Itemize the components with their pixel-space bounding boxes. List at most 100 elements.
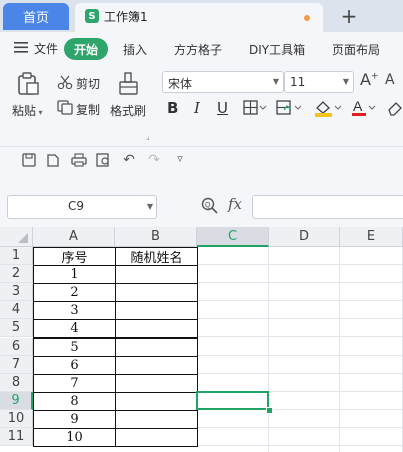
tab-home[interactable]: 首页 (3, 3, 69, 30)
save-icon[interactable] (21, 153, 37, 171)
cell-b9[interactable] (115, 392, 198, 411)
cell-a9[interactable]: 8 (33, 392, 116, 411)
cell-a10[interactable]: 9 (33, 410, 116, 429)
font-name-value: 宋体 (168, 77, 193, 91)
gridline (197, 336, 403, 337)
redo-icon[interactable]: ↷ (146, 152, 162, 168)
gridline (197, 373, 403, 374)
cell-b11[interactable] (115, 428, 198, 447)
cell-a4[interactable]: 3 (33, 301, 116, 320)
gridline (197, 300, 403, 301)
column-header-e[interactable]: E (340, 227, 403, 247)
name-box-value: C9 (67, 199, 84, 213)
cell-a6[interactable]: 5 (33, 338, 116, 357)
row-header-5[interactable]: 5 (0, 319, 33, 337)
row-header-3[interactable]: 3 (0, 283, 33, 301)
cell-b6[interactable] (115, 338, 198, 357)
row-header-1[interactable]: 1 (0, 247, 33, 265)
cell-b8[interactable] (115, 374, 198, 393)
underline-icon[interactable]: U (217, 99, 228, 117)
eraser-icon[interactable] (386, 100, 403, 119)
menu-file[interactable]: 文件 (34, 40, 58, 57)
plus-icon[interactable]: + (338, 3, 360, 29)
cell-b5[interactable] (115, 319, 198, 338)
chevron-down-icon: ▼ (272, 77, 279, 86)
cell-b3[interactable] (115, 283, 198, 302)
cell-b2[interactable] (115, 265, 198, 284)
paste-label: 粘贴 (12, 104, 37, 118)
column-header-b[interactable]: B (115, 227, 197, 247)
row-header-8[interactable]: 8 (0, 374, 33, 392)
format-painter-button[interactable]: 格式刷 (110, 102, 146, 119)
menu-home-tab[interactable]: 开始 (64, 38, 108, 60)
cell-a1[interactable]: 序号 (33, 247, 116, 266)
menu-ffgz[interactable]: 方方格子 (174, 41, 222, 58)
print-icon[interactable] (71, 153, 87, 171)
row-header-10[interactable]: 10 (0, 410, 33, 428)
clipboard-icon[interactable] (16, 72, 40, 99)
cell-a7[interactable]: 6 (33, 356, 116, 375)
export-pdf-icon[interactable] (46, 153, 62, 171)
cell-b7[interactable] (115, 356, 198, 375)
dialog-launcher-icon[interactable]: ⌟ (146, 132, 150, 141)
borders-icon[interactable] (243, 100, 267, 119)
cell-b4[interactable] (115, 301, 198, 320)
zoom-search-icon[interactable]: Q (201, 197, 219, 218)
font-size-select[interactable]: 11 ▼ (284, 71, 354, 93)
column-header-a[interactable]: A (33, 227, 115, 247)
cell-a11[interactable]: 10 (33, 428, 116, 447)
fill-handle[interactable] (266, 407, 273, 414)
tab-workbook[interactable]: S 工作簿1 (75, 3, 323, 32)
select-all-corner[interactable] (0, 227, 33, 247)
formula-input[interactable] (252, 195, 403, 219)
cell-a5[interactable]: 4 (33, 319, 116, 338)
menu-insert[interactable]: 插入 (123, 41, 147, 58)
format-painter-icon[interactable] (118, 72, 140, 99)
increase-font-icon[interactable]: A+ (360, 70, 379, 89)
row-header-4[interactable]: 4 (0, 301, 33, 319)
gridline (197, 427, 403, 428)
cell-b10[interactable] (115, 410, 198, 429)
menu-page-layout[interactable]: 页面布局 (332, 41, 380, 58)
column-header-c[interactable]: C (197, 227, 269, 247)
print-preview-icon[interactable] (96, 153, 112, 171)
svg-text:Q: Q (205, 202, 211, 209)
font-color-icon[interactable]: A (351, 98, 379, 120)
gridline (197, 445, 403, 446)
cell-a2[interactable]: 1 (33, 265, 116, 284)
cell-b1[interactable]: 随机姓名 (115, 247, 198, 266)
chevron-down-icon: ▾ (36, 108, 43, 117)
bold-icon[interactable]: B (167, 99, 178, 117)
cell-style-icon[interactable] (276, 100, 302, 119)
italic-icon[interactable]: I (194, 99, 200, 117)
decrease-font-icon[interactable]: A (385, 72, 395, 88)
row-header-11[interactable]: 11 (0, 428, 33, 446)
copy-button[interactable]: 复制 (76, 101, 100, 118)
hamburger-icon[interactable] (14, 41, 28, 56)
scissors-icon[interactable] (57, 75, 73, 92)
cell-a3[interactable]: 2 (33, 283, 116, 302)
gridline (339, 247, 340, 452)
gridline (197, 318, 403, 319)
copy-icon[interactable] (57, 100, 73, 118)
name-box[interactable]: C9 ▼ (7, 195, 157, 219)
gridline (197, 355, 403, 356)
cut-button[interactable]: 剪切 (76, 75, 100, 92)
row-header-7[interactable]: 7 (0, 356, 33, 374)
fill-color-icon[interactable] (314, 99, 342, 120)
column-header-d[interactable]: D (269, 227, 340, 247)
gridline (197, 282, 403, 283)
selected-cell-c9[interactable] (196, 391, 269, 410)
customize-dropdown-icon[interactable]: ▿ (172, 152, 188, 165)
undo-icon[interactable]: ↶ (121, 152, 137, 168)
paste-button[interactable]: 粘贴 ▾ (12, 102, 43, 119)
cell-a8[interactable]: 7 (33, 374, 116, 393)
svg-text:A: A (353, 98, 363, 114)
row-header-9[interactable]: 9 (0, 392, 33, 410)
row-header-6[interactable]: 6 (0, 338, 33, 356)
font-name-select[interactable]: 宋体 ▼ (162, 71, 284, 93)
fx-icon[interactable]: fx (228, 195, 242, 213)
row-header-2[interactable]: 2 (0, 265, 33, 283)
menu-diy-toolbox[interactable]: DIY工具箱 (249, 41, 305, 58)
font-size-value: 11 (290, 75, 306, 89)
